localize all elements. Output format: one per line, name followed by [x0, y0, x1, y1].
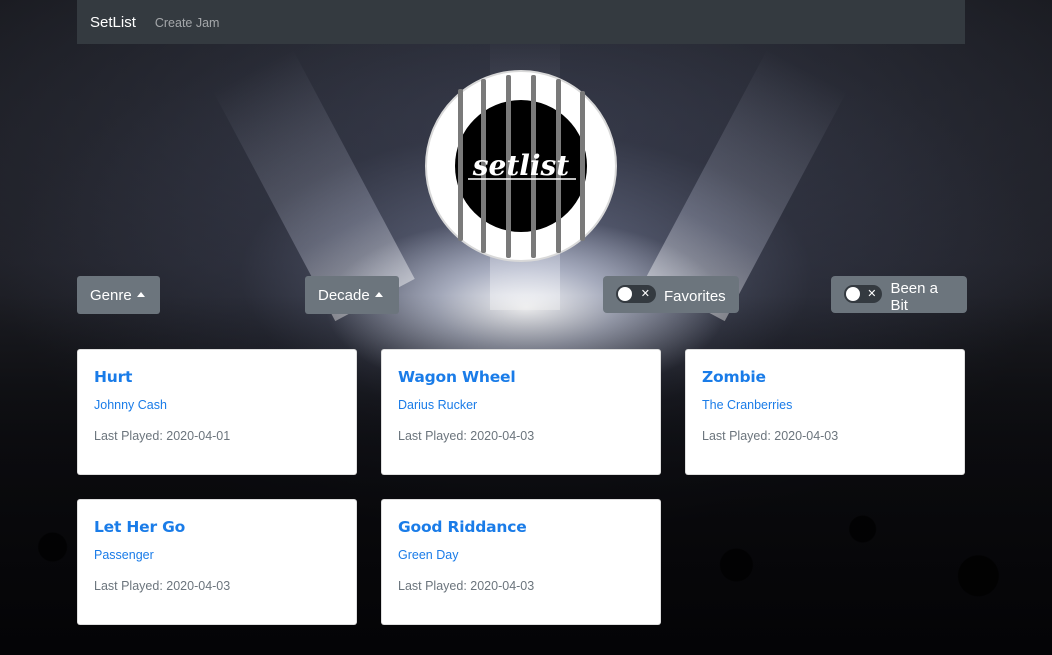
song-artist[interactable]: Green Day	[398, 548, 644, 562]
favorites-toggle[interactable]: ✕ Favorites	[603, 276, 739, 313]
been-a-bit-label: Been a Bit	[890, 279, 938, 314]
been-a-bit-switch[interactable]: ✕	[844, 284, 883, 303]
song-title[interactable]: Zombie	[702, 368, 948, 386]
song-card[interactable]: Let Her Go Passenger Last Played: 2020-0…	[77, 499, 357, 625]
nav-link-create-jam[interactable]: Create Jam	[155, 16, 220, 30]
favorites-switch[interactable]: ✕	[616, 284, 656, 303]
switch-knob	[618, 286, 632, 301]
song-card[interactable]: Hurt Johnny Cash Last Played: 2020-04-01	[77, 349, 357, 475]
been-a-bit-toggle[interactable]: ✕ Been a Bit	[831, 276, 967, 314]
song-artist[interactable]: Johnny Cash	[94, 398, 340, 412]
song-card[interactable]: Wagon Wheel Darius Rucker Last Played: 2…	[381, 349, 661, 475]
song-artist[interactable]: Passenger	[94, 548, 340, 562]
last-played: Last Played: 2020-04-03	[94, 579, 231, 593]
song-card[interactable]: Zombie The Cranberries Last Played: 2020…	[685, 349, 965, 475]
caret-up-icon	[374, 292, 383, 297]
favorites-label: Favorites	[664, 288, 726, 305]
song-artist[interactable]: The Cranberries	[702, 398, 948, 412]
song-title[interactable]: Wagon Wheel	[398, 368, 644, 386]
song-title[interactable]: Good Riddance	[398, 518, 644, 536]
close-icon: ✕	[867, 287, 877, 300]
genre-label: Genre	[90, 286, 132, 304]
navbar: SetList Create Jam	[77, 0, 965, 44]
setlist-logo: setlist	[424, 69, 618, 263]
decade-label: Decade	[318, 286, 370, 304]
brand-link[interactable]: SetList	[90, 14, 136, 31]
close-icon: ✕	[640, 287, 650, 300]
last-played: Last Played: 2020-04-01	[94, 429, 231, 443]
song-card[interactable]: Good Riddance Green Day Last Played: 202…	[381, 499, 661, 625]
genre-dropdown-button[interactable]: Genre	[77, 276, 160, 314]
switch-knob	[846, 286, 860, 301]
logo-wordmark: setlist	[472, 149, 570, 182]
last-played: Last Played: 2020-04-03	[398, 429, 535, 443]
song-title[interactable]: Hurt	[94, 368, 340, 386]
song-artist[interactable]: Darius Rucker	[398, 398, 644, 412]
song-title[interactable]: Let Her Go	[94, 518, 340, 536]
last-played: Last Played: 2020-04-03	[702, 429, 839, 443]
caret-up-icon	[136, 292, 145, 297]
last-played: Last Played: 2020-04-03	[398, 579, 535, 593]
decade-dropdown-button[interactable]: Decade	[305, 276, 399, 314]
